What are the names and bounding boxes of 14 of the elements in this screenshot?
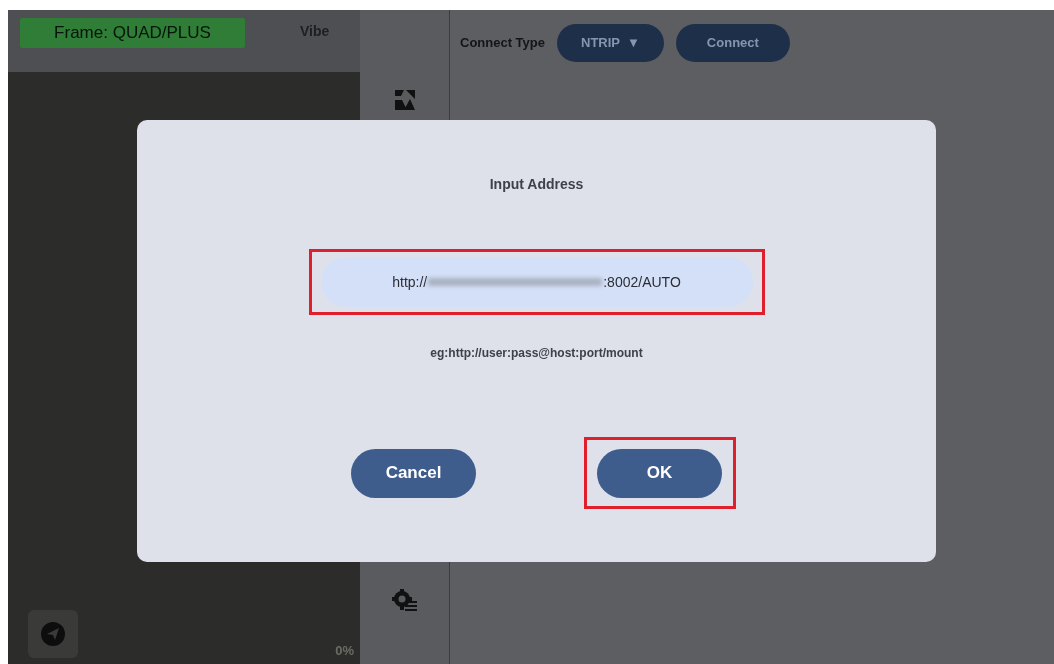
address-hint: eg:http://user:pass@host:port/mount xyxy=(430,345,643,362)
progress-label: 0% xyxy=(335,641,355,660)
dialog-button[interactable]: OK xyxy=(597,448,722,498)
dialog-button[interactable]: Cancel xyxy=(351,448,476,498)
photo-icon[interactable] xyxy=(392,88,417,112)
connect-type-dropdown[interactable]: NTRIP ▼ xyxy=(557,24,664,62)
paper-plane-icon xyxy=(40,621,66,647)
address-field[interactable]: http:// :8002/AUTO xyxy=(320,257,753,307)
connect-button[interactable]: Connect xyxy=(675,24,790,62)
send-button[interactable] xyxy=(28,610,78,658)
connect-type-label: Connect Type xyxy=(460,34,545,53)
frame-label: Frame: QUAD/PLUS xyxy=(20,18,245,48)
dialog-title: Input Address xyxy=(489,175,584,194)
gear-list-icon[interactable] xyxy=(391,588,418,612)
